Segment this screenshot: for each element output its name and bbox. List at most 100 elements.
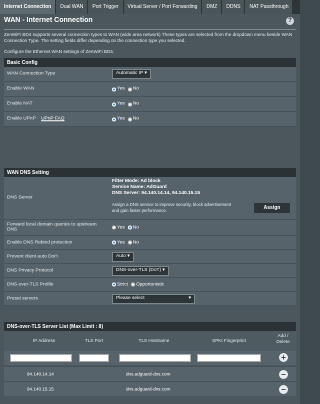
radio-label: No <box>132 86 139 92</box>
tab-dual-wan[interactable]: Dual WAN <box>56 0 89 14</box>
tab-dmz[interactable]: DMZ <box>202 0 223 14</box>
radio-label: Yes <box>117 225 125 230</box>
radio-label: Yes <box>117 240 125 245</box>
delete-icon[interactable]: − <box>279 370 288 379</box>
enable-wan-row: Enable WAN Yes No <box>4 82 296 97</box>
radio-selected-icon <box>112 87 116 91</box>
radio-label: No <box>132 240 139 245</box>
hostname-input[interactable] <box>119 354 191 362</box>
upnp-faq-link[interactable]: UPnP FAQ <box>41 116 64 121</box>
enable-nat-label: Enable NAT <box>7 101 33 107</box>
enable-wan-no[interactable]: No <box>127 86 139 92</box>
table-row: 94.140.15.15 dns.adguard-dns.com − <box>4 381 296 396</box>
rebind-no[interactable]: No <box>127 240 139 245</box>
filter-mode-text: Filter Mode: Ad block <box>112 179 161 184</box>
forward-yes[interactable]: Yes <box>112 225 125 230</box>
doh-label: Prevent client auto DoH <box>7 253 58 259</box>
profile-label: DNS-over-TLS Profile <box>7 281 54 287</box>
radio-label: Yes <box>117 86 125 92</box>
radio-selected-icon <box>112 102 116 106</box>
rebind-yes[interactable]: Yes <box>112 240 125 245</box>
tab-internet-connection[interactable]: Internet Connection <box>0 0 57 14</box>
rebind-row: Enable DNS Rebind protection Yes No <box>4 236 296 250</box>
wan-type-value: Automatic IP <box>116 71 144 76</box>
col-add-delete: Add / Delete <box>276 333 290 344</box>
forward-label: Forward local domain queries to upstream… <box>7 222 97 233</box>
radio-unselected-icon <box>127 117 132 121</box>
radio-label: No <box>132 116 139 122</box>
dns-info: Filter Mode: Ad block Service Name: AdGu… <box>112 179 200 197</box>
col-port: TLS Port <box>84 338 104 343</box>
row-ip: 94.140.14.14 <box>27 371 54 377</box>
radio-unselected-icon <box>127 102 132 106</box>
doh-select[interactable]: Auto ▾ <box>112 251 134 262</box>
col-host: TLS Hostname <box>138 338 170 343</box>
doh-value: Auto <box>116 253 126 259</box>
page-title: WAN - Internet Connection <box>4 17 93 24</box>
preset-value: Please select <box>116 295 145 301</box>
enable-nat-yes[interactable]: Yes <box>112 102 125 107</box>
radio-unselected-icon <box>130 282 135 287</box>
profile-row: DNS-over-TLS Profile Strict Opportunisti… <box>4 278 296 292</box>
service-name-text: Service Name: AdGuard <box>112 185 167 190</box>
wan-type-label: WAN Connection Type <box>7 71 56 77</box>
wan-type-select[interactable]: Automatic IP ▾ <box>112 69 151 79</box>
add-icon[interactable]: + <box>279 353 288 362</box>
tls-input-row: + <box>4 351 296 365</box>
radio-unselected-icon <box>127 240 132 245</box>
help-icon[interactable]: ? <box>286 17 294 25</box>
spki-input[interactable] <box>197 354 261 362</box>
col-ip: IP Address <box>32 338 56 343</box>
page-header: WAN - Internet Connection ? <box>0 14 300 27</box>
enable-upnp-row: Enable UPnP UPnP FAQ Yes No <box>4 112 296 127</box>
chevron-down-icon: ▾ <box>188 295 191 301</box>
radio-label: No <box>132 101 139 107</box>
tls-list-header: DNS-over-TLS Server List (Max Limit : 8) <box>4 322 296 331</box>
radio-selected-icon <box>112 117 116 121</box>
preset-row: Preset servers Please select ▾ <box>4 292 296 306</box>
col-spki: SPKI Fingerprint <box>212 338 246 343</box>
radio-selected-icon <box>112 282 116 287</box>
dns-server-values: DNS Server: 94.140.14.14, 94.140.15.15 <box>112 191 200 197</box>
radio-selected-icon <box>112 240 116 245</box>
row-host: dns.adguard-dns.com <box>126 371 171 377</box>
tls-table-header: IP Address TLS Port TLS Hostname SPKI Fi… <box>4 331 296 351</box>
privacy-row: DNS Privacy Protocol DNS-over-TLS (DoT) … <box>4 264 296 278</box>
enable-nat-no[interactable]: No <box>127 101 139 107</box>
radio-unselected-icon <box>112 225 116 230</box>
privacy-select[interactable]: DNS-over-TLS (DoT) ▾ <box>112 265 169 276</box>
radio-selected-icon <box>127 225 132 230</box>
assign-button[interactable]: Assign <box>254 203 290 213</box>
profile-opportunistic[interactable]: Opportunistic <box>130 282 165 287</box>
enable-upnp-label: Enable UPnP UPnP FAQ <box>7 116 107 122</box>
profile-strict[interactable]: Strict <box>112 282 128 287</box>
forward-no[interactable]: No <box>127 225 139 230</box>
radio-unselected-icon <box>127 87 132 91</box>
enable-upnp-no[interactable]: No <box>127 116 139 122</box>
tab-nat-passthrough[interactable]: NAT Passthrough <box>245 0 294 14</box>
basic-config-header: Basic Config <box>4 58 296 67</box>
enable-wan-yes[interactable]: Yes <box>112 87 125 92</box>
enable-nat-row: Enable NAT Yes No <box>4 97 296 112</box>
rebind-label: Enable DNS Rebind protection <box>7 239 73 245</box>
enable-upnp-yes[interactable]: Yes <box>112 117 125 122</box>
dns-note: Assign a DNS service to improve security… <box>112 202 232 213</box>
table-row: 94.140.14.14 dns.adguard-dns.com − <box>4 366 296 381</box>
forward-row: Forward local domain queries to upstream… <box>4 220 296 236</box>
wan-type-row: WAN Connection Type Automatic IP ▾ <box>4 67 296 82</box>
radio-label: Yes <box>117 116 125 122</box>
tab-ddns[interactable]: DDNS <box>222 0 246 14</box>
port-input[interactable] <box>79 354 109 362</box>
dns-server-label: DNS Server <box>7 195 33 201</box>
dns-server-row: DNS Server Filter Mode: Ad block Service… <box>4 177 296 220</box>
tab-port-trigger[interactable]: Port Trigger <box>88 0 124 14</box>
radio-label: Opportunistic <box>135 282 165 287</box>
tab-virtual-server[interactable]: Virtual Server / Port Forwarding <box>123 0 203 14</box>
delete-icon[interactable]: − <box>279 385 288 394</box>
preset-select[interactable]: Please select ▾ <box>112 293 195 304</box>
preset-label: Preset servers <box>7 295 38 301</box>
ip-input[interactable] <box>10 354 72 362</box>
tab-bar: Internet Connection Dual WAN Port Trigge… <box>0 0 300 14</box>
enable-wan-label: Enable WAN <box>7 86 35 92</box>
doh-row: Prevent client auto DoH Auto ▾ <box>4 250 296 264</box>
